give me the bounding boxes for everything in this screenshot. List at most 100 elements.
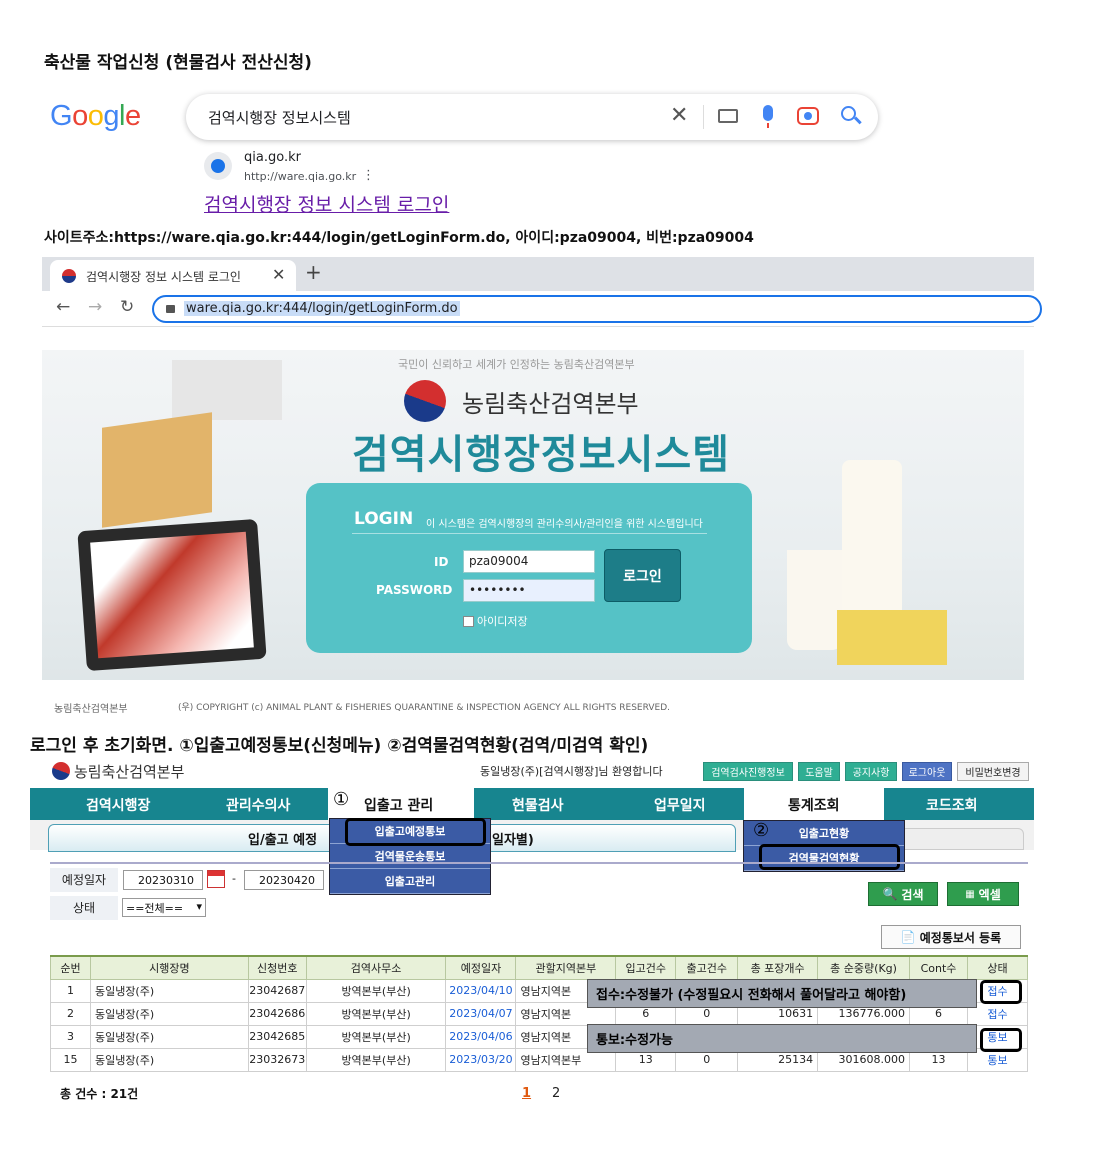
total-count: 총 건수 : 21건 (60, 1087, 139, 1101)
cell-date-link[interactable]: 2023/04/07 (445, 1001, 517, 1026)
column-header: 순번 (50, 955, 91, 980)
reload-icon[interactable]: ↻ (120, 297, 134, 317)
browser-nav-bar: ← → ↻ ware.qia.go.kr:444/login/getLoginF… (42, 291, 1042, 327)
menu-inout-management[interactable]: 입출고 관리 (364, 795, 433, 815)
tab-close-icon[interactable]: ✕ (272, 265, 285, 284)
forward-icon[interactable]: → (88, 297, 102, 317)
notice-table: 순번 시행장명 신청번호 검역사무소 예정일자 관할지역본부 입고건수 출고건수… (50, 955, 1029, 1072)
site-info-text: 사이트주소:https://ware.qia.go.kr:444/login/g… (44, 230, 754, 246)
status-select[interactable]: ==전체== ▾ (122, 898, 206, 917)
chevron-down-icon: ▾ (196, 900, 202, 913)
back-icon[interactable]: ← (56, 297, 70, 317)
id-input[interactable]: pza09004 (463, 550, 595, 573)
milk-bottle-image (842, 460, 902, 630)
cell-app-no: 23042686 (247, 1001, 307, 1026)
slogan: 국민이 신뢰하고 세계가 인정하는 농림축산검역본부 (398, 358, 635, 371)
date-label: 예정일자 (50, 868, 118, 892)
system-title: 검역시행장정보시스템 (352, 432, 730, 478)
search-button[interactable]: 🔍 검색 (868, 882, 938, 906)
login-button[interactable]: 로그인 (604, 549, 681, 602)
register-notice-button[interactable]: 📄 예정통보서 등록 (881, 925, 1021, 949)
column-header: 입고건수 (615, 955, 677, 980)
google-logo: Google (50, 100, 141, 133)
menu-quarantine-site[interactable]: 검역시행장 (86, 795, 150, 815)
cell-site: 동일냉장(주) (89, 1001, 249, 1026)
page-link-2[interactable]: 2 (552, 1086, 560, 1101)
result-site-name: qia.go.kr (244, 150, 301, 165)
section-heading: 로그인 후 초기화면. ①입출고예정통보(신청메뉴) ②검역물검역현황(검역/미… (30, 736, 649, 756)
sub-tab-inactive[interactable] (900, 828, 1024, 850)
date-to-input[interactable]: 20230420 (244, 870, 324, 890)
app-agency-name: 농림축산검역본부 (74, 763, 185, 781)
cell-date-link[interactable]: 2023/03/20 (445, 1047, 517, 1072)
more-options-icon[interactable]: ⋮ (362, 168, 375, 183)
new-tab-icon[interactable]: + (305, 260, 322, 284)
main-menu: 검역시행장 관리수의사 입출고 관리 현물검사 업무일지 통계조회 코드조회 (30, 788, 1034, 820)
cell-seq: 1 (50, 978, 91, 1003)
filter-panel: 예정일자 20230310 - 20230420 상태 ==전체== ▾ 🔍 검색 … (50, 862, 1028, 920)
box-image (172, 360, 282, 420)
google-logo-letter: G (50, 100, 73, 132)
logout-button[interactable]: 로그아웃 (902, 762, 952, 781)
calendar-icon[interactable] (207, 870, 225, 888)
footer-copyright: (우) COPYRIGHT (c) ANIMAL PLANT & FISHERI… (178, 703, 670, 713)
milk-glass-image (787, 550, 842, 650)
checkbox-icon[interactable] (463, 615, 474, 627)
clear-icon[interactable]: ✕ (670, 103, 688, 128)
menu-worklog[interactable]: 업무일지 (654, 795, 706, 815)
excel-icon: ▦ (965, 888, 975, 900)
column-header: 총 순중량(Kg) (817, 955, 911, 980)
highlight-box (980, 1028, 1022, 1052)
google-logo-letter: e (124, 100, 141, 132)
sub-tab-label: 입/출고 예정 (248, 833, 318, 848)
cell-date-link[interactable]: 2023/04/06 (445, 1024, 517, 1049)
column-header: Cont수 (909, 955, 968, 980)
cheese-image (837, 610, 947, 665)
marker-2: ② (753, 820, 770, 841)
menu-code[interactable]: 코드조회 (926, 795, 978, 815)
microphone-icon[interactable] (763, 105, 773, 128)
divider (352, 533, 707, 534)
login-heading: LOGIN (354, 509, 414, 529)
cell-office: 방역본부(부산) (305, 1047, 447, 1072)
inspection-progress-button[interactable]: 검역검사진행정보 (703, 762, 793, 781)
login-banner: 국민이 신뢰하고 세계가 인정하는 농림축산검역본부 농림축산검역본부 검역시행… (42, 350, 1024, 680)
remember-id-checkbox[interactable]: 아이디저장 (463, 613, 528, 629)
google-search-box[interactable]: 검역시행장 정보시스템 ✕ (186, 94, 878, 140)
cell-date-link[interactable]: 2023/04/10 (445, 978, 517, 1003)
cell-office: 방역본부(부산) (305, 978, 447, 1003)
address-url[interactable]: ware.qia.go.kr:444/login/getLoginForm.do (184, 301, 460, 316)
change-password-button[interactable]: 비밀번호변경 (957, 762, 1029, 781)
search-icon[interactable] (841, 106, 856, 121)
menu-statistics[interactable]: 통계조회 (788, 795, 840, 815)
agency-name: 농림축산검역본부 (462, 390, 639, 418)
excel-button[interactable]: ▦ 엑셀 (947, 882, 1019, 906)
menu-vet[interactable]: 관리수의사 (226, 795, 290, 815)
date-from-input[interactable]: 20230310 (123, 870, 203, 890)
camera-search-icon[interactable] (797, 107, 819, 125)
remember-id-label: 아이디저장 (477, 615, 528, 628)
column-header: 출고건수 (675, 955, 739, 980)
browser-tab[interactable]: 검역시행장 정보 시스템 로그인 ✕ (50, 260, 296, 291)
agency-logo-icon (404, 380, 446, 422)
lock-icon (166, 305, 175, 313)
footer-logo: 농림축산검역본부 (54, 704, 128, 715)
id-label: ID (434, 555, 449, 569)
password-input[interactable]: •••••••• (463, 579, 595, 602)
status-select-value: ==전체== (126, 902, 184, 915)
menu-inspection[interactable]: 현물검사 (512, 795, 564, 815)
page-link-1[interactable]: 1 (522, 1086, 531, 1101)
highlight-box (345, 818, 486, 846)
cell-seq: 3 (50, 1024, 91, 1049)
address-bar[interactable]: ware.qia.go.kr:444/login/getLoginForm.do (152, 295, 1042, 323)
search-query[interactable]: 검역시행장 정보시스템 (208, 107, 351, 128)
cell-seq: 2 (50, 1001, 91, 1026)
document-add-icon: 📄 (900, 930, 916, 944)
cell-app-no: 23032673 (247, 1047, 307, 1072)
divider (703, 105, 704, 129)
notice-button[interactable]: 공지사항 (845, 762, 897, 781)
help-button[interactable]: 도움말 (798, 762, 840, 781)
cell-office: 방역본부(부산) (305, 1024, 447, 1049)
result-title-link[interactable]: 검역시행장 정보 시스템 로그인 (204, 190, 449, 217)
keyboard-icon[interactable] (718, 109, 738, 123)
